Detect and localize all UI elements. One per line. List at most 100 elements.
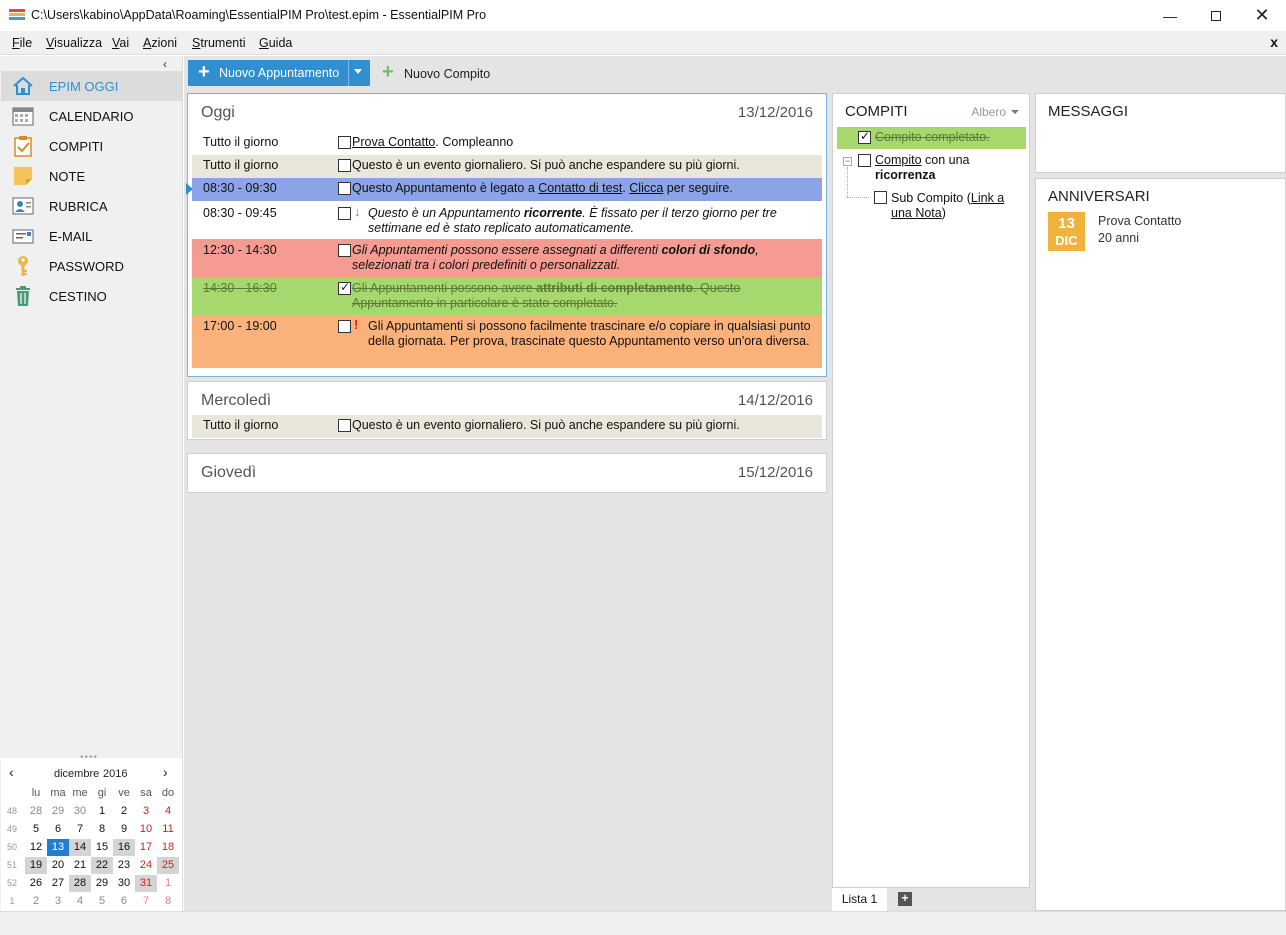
minical-day[interactable]: 28: [25, 803, 47, 820]
new-task-button[interactable]: + Nuovo Compito: [380, 60, 510, 86]
event-checkbox[interactable]: [338, 320, 351, 333]
minical-day[interactable]: 7: [135, 893, 157, 910]
event-checkbox[interactable]: [338, 419, 351, 432]
minical-day[interactable]: 26: [25, 875, 47, 892]
task-checkbox[interactable]: [858, 154, 871, 167]
event-checkbox[interactable]: [338, 159, 351, 172]
menu-vai[interactable]: Vai: [112, 36, 129, 50]
sidebar-item-rubrica[interactable]: RUBRICA: [1, 191, 182, 221]
sidebar-item-calendario[interactable]: CALENDARIO: [1, 101, 182, 131]
maximize-icon[interactable]: [1193, 0, 1239, 31]
event-row[interactable]: 08:30 - 09:30 Questo Appuntamento è lega…: [186, 178, 822, 201]
task-text[interactable]: Sub Compito (Link a una Nota): [891, 191, 1026, 221]
minical-day[interactable]: 7: [69, 821, 91, 838]
note-link[interactable]: Link a: [971, 191, 1004, 205]
add-list-icon[interactable]: +: [898, 892, 912, 906]
minical-day[interactable]: 20: [47, 857, 69, 874]
chevron-down-icon[interactable]: [354, 69, 362, 74]
minical-day[interactable]: 21: [69, 857, 91, 874]
minical-day[interactable]: 1: [91, 803, 113, 820]
menu-file[interactable]: File: [12, 36, 32, 50]
minimize-icon[interactable]: —: [1147, 0, 1193, 31]
prev-month-icon[interactable]: ‹: [9, 764, 14, 780]
minical-day[interactable]: 24: [135, 857, 157, 874]
click-link[interactable]: Clicca: [629, 181, 663, 195]
minical-day[interactable]: 10: [135, 821, 157, 838]
minical-day[interactable]: 25: [157, 857, 179, 874]
minical-day[interactable]: 6: [47, 821, 69, 838]
minical-day[interactable]: 23: [113, 857, 135, 874]
minical-day[interactable]: 6: [113, 893, 135, 910]
minical-day[interactable]: 13: [47, 839, 69, 856]
event-row[interactable]: Tutto il giorno Prova Contatto. Complean…: [192, 132, 822, 155]
event-row[interactable]: 12:30 - 14:30 Gli Appuntamenti possono e…: [192, 239, 822, 277]
tasks-view-dropdown[interactable]: Albero: [971, 105, 1019, 119]
minical-day[interactable]: 17: [135, 839, 157, 856]
minical-day[interactable]: 1: [157, 875, 179, 892]
minical-day[interactable]: 19: [25, 857, 47, 874]
menu-strumenti[interactable]: Strumenti: [192, 36, 246, 50]
sidebar-item-cestino[interactable]: CESTINO: [1, 281, 182, 311]
new-appointment-button[interactable]: + Nuovo Appuntamento: [188, 60, 370, 86]
minical-day[interactable]: 5: [25, 821, 47, 838]
minical-day[interactable]: 4: [69, 893, 91, 910]
minical-day[interactable]: 3: [47, 893, 69, 910]
task-checkbox[interactable]: [874, 191, 887, 204]
event-checkbox[interactable]: [338, 136, 351, 149]
minical-day[interactable]: 14: [69, 839, 91, 856]
minical-day[interactable]: 3: [135, 803, 157, 820]
menu-guida[interactable]: Guida: [259, 36, 292, 50]
minical-day[interactable]: 30: [69, 803, 91, 820]
contact-link[interactable]: Contatto di test: [538, 181, 622, 195]
minical-day[interactable]: 29: [91, 875, 113, 892]
event-checkbox[interactable]: [338, 182, 351, 195]
event-row[interactable]: 14:30 - 16:30 Gli Appuntamenti possono a…: [192, 277, 822, 315]
task-checkbox[interactable]: [858, 129, 871, 144]
close-icon[interactable]: ✕: [1239, 0, 1285, 31]
minical-day[interactable]: 4: [157, 803, 179, 820]
minical-day[interactable]: 12: [25, 839, 47, 856]
minical-day[interactable]: 18: [157, 839, 179, 856]
event-checkbox[interactable]: [338, 244, 351, 257]
minical-day[interactable]: 16: [113, 839, 135, 856]
minical-day[interactable]: 31: [135, 875, 157, 892]
minical-day[interactable]: 9: [113, 821, 135, 838]
event-checkbox[interactable]: [338, 280, 351, 295]
collapse-sidebar-icon[interactable]: ‹: [163, 57, 167, 71]
next-month-icon[interactable]: ›: [163, 764, 168, 780]
event-row[interactable]: 17:00 - 19:00 ! Gli Appuntamenti si poss…: [192, 315, 822, 368]
tab-lista-1[interactable]: Lista 1: [832, 888, 887, 911]
sidebar-item-note[interactable]: NOTE: [1, 161, 182, 191]
task-link[interactable]: Compito: [875, 153, 922, 167]
collapse-tree-icon[interactable]: −: [843, 157, 852, 166]
anniversary-name[interactable]: Prova Contatto: [1098, 214, 1181, 228]
minical-day[interactable]: 28: [69, 875, 91, 892]
sidebar-item-email[interactable]: E-MAIL: [1, 221, 182, 251]
minical-day[interactable]: 2: [113, 803, 135, 820]
minical-day[interactable]: 8: [91, 821, 113, 838]
task-row[interactable]: Compito completato.: [837, 127, 1026, 149]
event-row[interactable]: 08:30 - 09:45 ↓ Questo è un Appuntamento…: [192, 201, 822, 239]
minical-day[interactable]: 2: [25, 893, 47, 910]
minical-day[interactable]: 29: [47, 803, 69, 820]
contact-link[interactable]: Prova Contatto: [352, 135, 435, 149]
task-text[interactable]: Compito con una ricorrenza: [875, 153, 1025, 183]
sidebar-item-epim-oggi[interactable]: EPIM OGGI: [1, 71, 182, 101]
minical-month[interactable]: dicembre: [54, 768, 99, 780]
minical-day[interactable]: 30: [113, 875, 135, 892]
event-checkbox[interactable]: [338, 207, 351, 220]
sidebar-item-compiti[interactable]: COMPITI: [1, 131, 182, 161]
minical-day[interactable]: 5: [91, 893, 113, 910]
minical-day[interactable]: 11: [157, 821, 179, 838]
minical-day[interactable]: 15: [91, 839, 113, 856]
minical-year[interactable]: 2016: [103, 768, 127, 780]
menu-visualizza[interactable]: Visualizza: [46, 36, 102, 50]
event-row[interactable]: Tutto il giorno Questo è un evento giorn…: [192, 415, 822, 438]
sidebar-item-password[interactable]: PASSWORD: [1, 251, 182, 281]
minical-day[interactable]: 27: [47, 875, 69, 892]
minical-day[interactable]: 8: [157, 893, 179, 910]
close-document-icon[interactable]: x: [1270, 34, 1278, 50]
menu-azioni[interactable]: Azioni: [143, 36, 177, 50]
note-link[interactable]: una Nota: [891, 206, 942, 220]
event-row[interactable]: Tutto il giorno Questo è un evento giorn…: [192, 155, 822, 178]
